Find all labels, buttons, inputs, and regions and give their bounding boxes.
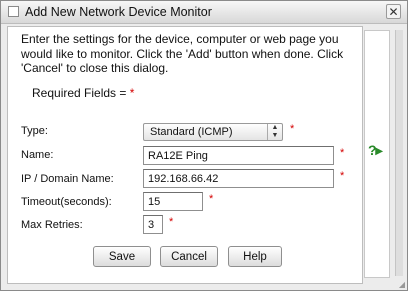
timeout-input[interactable] (143, 192, 203, 211)
name-label: Name: (21, 149, 54, 161)
name-input[interactable] (143, 146, 334, 165)
form-panel: Enter the settings for the device, compu… (7, 26, 363, 284)
type-required-marker: * (290, 123, 295, 135)
ip-label: IP / Domain Name: (21, 173, 114, 185)
intro-text: Enter the settings for the device, compu… (21, 32, 344, 75)
required-star: * (129, 86, 135, 100)
title-bar[interactable]: Add New Network Device Monitor ✕ (1, 1, 407, 24)
ip-domain-input[interactable] (143, 169, 334, 188)
scrollbar[interactable] (395, 30, 403, 276)
close-icon[interactable]: ✕ (386, 4, 401, 19)
ip-required-marker: * (340, 170, 345, 182)
timeout-label: Timeout(seconds): (21, 196, 112, 208)
timeout-required-marker: * (209, 193, 214, 205)
required-label: Required Fields = (32, 86, 130, 100)
required-fields-note: Required Fields = * (32, 86, 134, 100)
type-select[interactable]: Standard (ICMP) ▲ ▼ (143, 123, 283, 141)
help-side-panel: ?▸ (364, 30, 390, 278)
name-required-marker: * (340, 147, 345, 159)
cancel-button[interactable]: Cancel (160, 246, 218, 267)
save-button[interactable]: Save (93, 246, 151, 267)
help-expand-icon[interactable]: ?▸ (368, 142, 383, 159)
help-button[interactable]: Help (228, 246, 282, 267)
retries-required-marker: * (169, 216, 174, 228)
window-title: Add New Network Device Monitor (25, 5, 212, 19)
type-label: Type: (21, 125, 48, 137)
type-select-value: Standard (ICMP) (150, 126, 233, 138)
resize-grip-icon[interactable]: ◢ (399, 280, 405, 289)
window-icon (8, 6, 19, 17)
select-updown-icon[interactable]: ▲ ▼ (267, 124, 282, 140)
retries-label: Max Retries: (21, 219, 83, 231)
max-retries-input[interactable] (143, 215, 163, 234)
dialog-window: Add New Network Device Monitor ✕ Enter t… (0, 0, 408, 291)
